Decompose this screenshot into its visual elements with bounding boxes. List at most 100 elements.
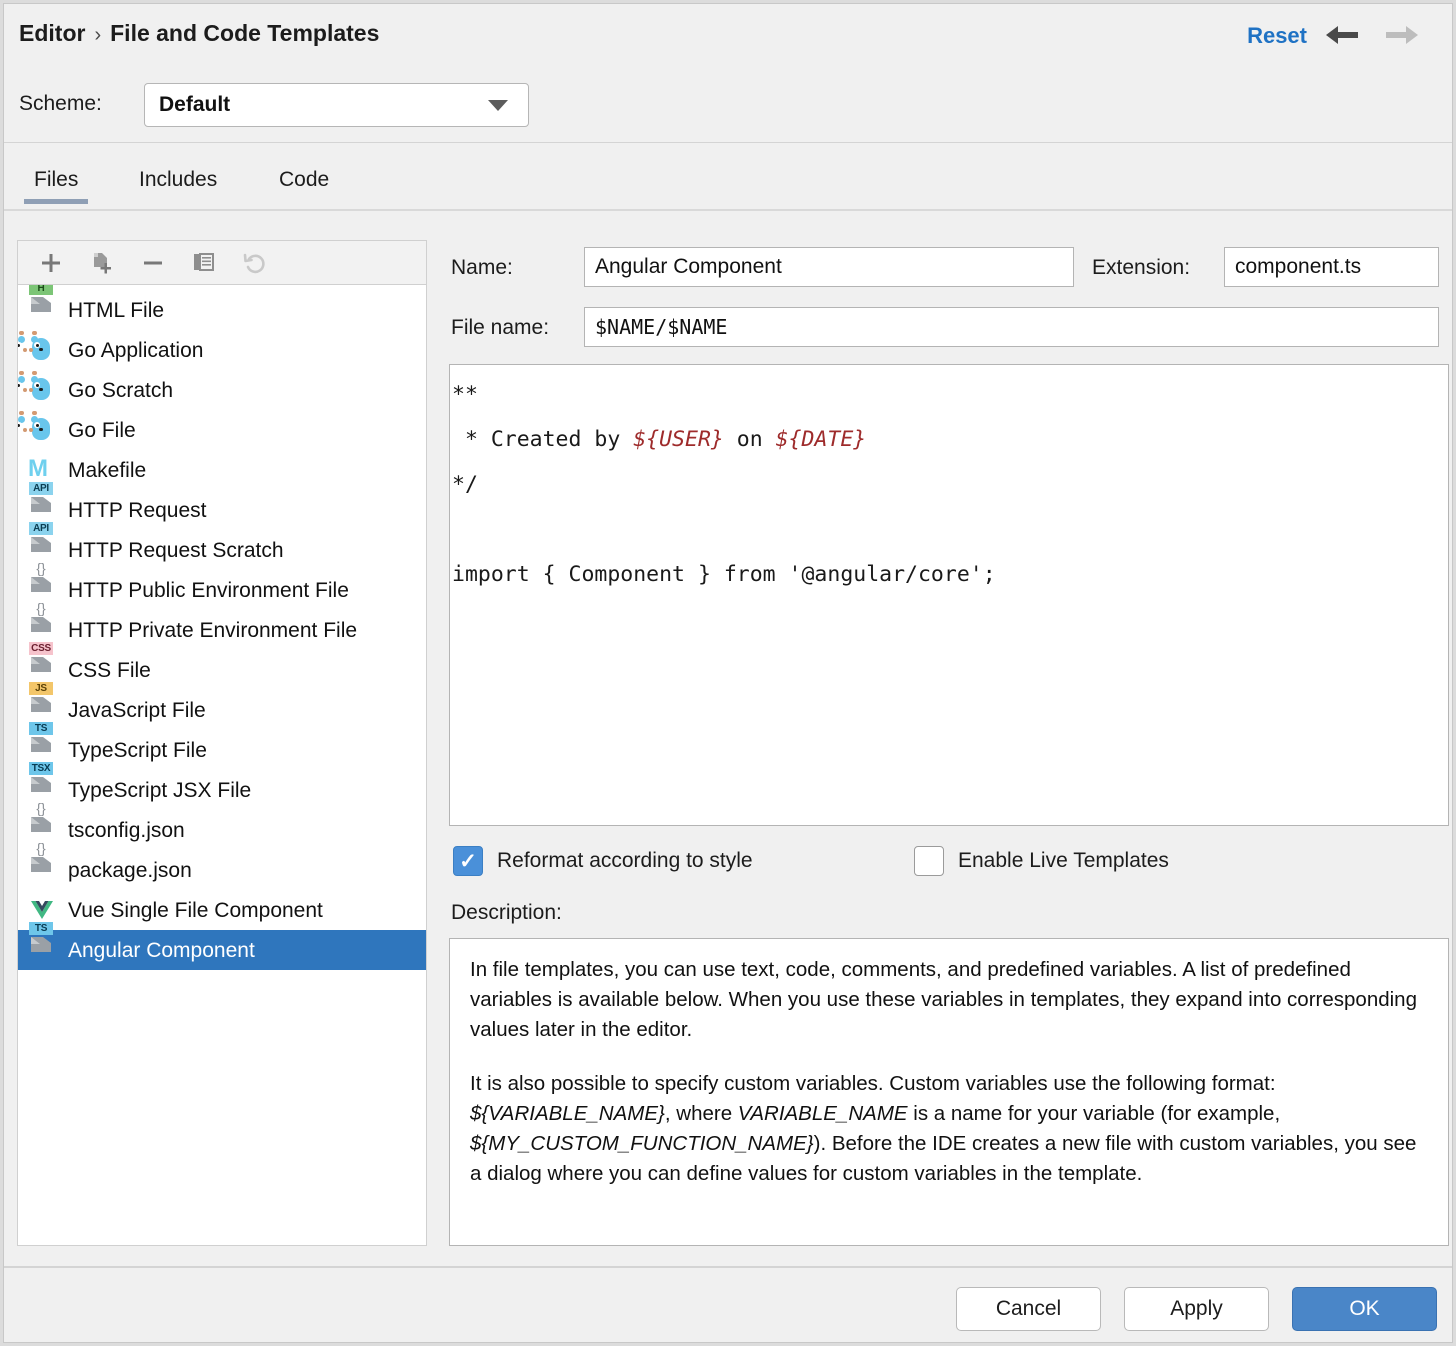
desc-p2-part3: is a name for your variable (for example… <box>908 1102 1281 1125</box>
desc-p2-var3: ${MY_CUSTOM_FUNCTION_NAME} <box>470 1132 814 1155</box>
tab-files-label: Files <box>34 168 78 192</box>
scheme-label: Scheme: <box>19 92 102 116</box>
list-item-label: Vue Single File Component <box>68 900 323 921</box>
description-label: Description: <box>451 901 562 925</box>
live-templates-checkbox-label[interactable]: Enable Live Templates <box>958 849 1169 873</box>
icon-badge: TS <box>29 722 53 735</box>
angular-component-icon: TS <box>28 935 58 965</box>
vue-icon <box>28 895 58 925</box>
http-request-icon: API <box>28 495 58 525</box>
filename-input[interactable]: $NAME/$NAME <box>584 307 1439 347</box>
braces-glyph: {} <box>30 560 52 576</box>
list-item-label: TypeScript JSX File <box>68 780 251 801</box>
tab-files-underline <box>24 199 88 204</box>
list-item[interactable]: {} HTTP Public Environment File <box>18 570 427 610</box>
template-text-editor[interactable]: ** * Created by ${USER} on ${DATE} */ im… <box>449 364 1449 826</box>
arrow-left-icon[interactable] <box>1322 20 1362 50</box>
copy-template-icon[interactable] <box>89 250 115 276</box>
ok-button[interactable]: OK <box>1292 1287 1437 1331</box>
editor-line2-text-a: * Created by <box>452 427 633 452</box>
tab-includes[interactable]: Includes <box>129 149 227 211</box>
desc-p2-part2: , where <box>665 1102 738 1125</box>
reformat-checkbox-label[interactable]: Reformat according to style <box>497 849 753 873</box>
extension-input[interactable]: component.ts <box>1224 247 1439 287</box>
tab-files[interactable]: Files <box>24 149 88 211</box>
tab-code-underline <box>269 199 339 204</box>
cancel-button[interactable]: Cancel <box>956 1287 1101 1331</box>
desc-p2-var2: VARIABLE_NAME <box>738 1102 908 1125</box>
header-divider <box>4 142 1452 143</box>
list-item[interactable]: {} HTTP Private Environment File <box>18 610 427 650</box>
list-item[interactable]: JS JavaScript File <box>18 690 427 730</box>
list-item[interactable]: TS TypeScript File <box>18 730 427 770</box>
editor-line-1: ** <box>450 372 1448 417</box>
list-item-label: tsconfig.json <box>68 820 185 841</box>
scheme-combobox[interactable]: Default <box>144 83 529 127</box>
template-list[interactable]: H HTML File Go Application Go Scratch <box>17 284 427 1246</box>
template-list-items: H HTML File Go Application Go Scratch <box>18 290 427 970</box>
scheme-value: Default <box>145 93 488 117</box>
description-paragraph-2: It is also possible to specify custom va… <box>470 1069 1428 1189</box>
list-item[interactable]: H HTML File <box>18 290 427 330</box>
tab-includes-underline <box>129 199 227 204</box>
list-item[interactable]: {} package.json <box>18 850 427 890</box>
desc-p2-var1: ${VARIABLE_NAME} <box>470 1102 665 1125</box>
list-item[interactable]: {} tsconfig.json <box>18 810 427 850</box>
gopher-icon <box>28 335 58 365</box>
desc-p2-part1: It is also possible to specify custom va… <box>470 1072 1276 1095</box>
typescript-file-icon: TS <box>28 735 58 765</box>
list-item-label: Go Application <box>68 340 203 361</box>
list-item-label: Makefile <box>68 460 146 481</box>
list-item-label: Go Scratch <box>68 380 173 401</box>
list-item-label: JavaScript File <box>68 700 206 721</box>
list-item-label: TypeScript File <box>68 740 207 761</box>
braces-glyph: {} <box>30 800 52 816</box>
editor-var-user: ${USER} <box>633 427 724 452</box>
breadcrumb-separator: › <box>85 24 110 46</box>
braces-glyph: {} <box>30 600 52 616</box>
gopher-icon <box>28 415 58 445</box>
icon-badge: API <box>29 482 53 495</box>
list-item-label: HTML File <box>68 300 164 321</box>
list-item[interactable]: Go File <box>18 410 427 450</box>
name-input[interactable]: Angular Component <box>584 247 1074 287</box>
css-file-icon: CSS <box>28 655 58 685</box>
list-item-label: Go File <box>68 420 136 441</box>
list-item[interactable]: M Makefile <box>18 450 427 490</box>
list-item[interactable]: Go Scratch <box>18 370 427 410</box>
icon-badge: H <box>29 284 53 295</box>
chevron-down-icon <box>488 100 508 111</box>
list-item[interactable]: TSX TypeScript JSX File <box>18 770 427 810</box>
reset-link[interactable]: Reset <box>1247 23 1307 49</box>
list-item-label: package.json <box>68 860 192 881</box>
settings-dialog: Editor›File and Code Templates Reset Sch… <box>3 3 1453 1343</box>
list-item-label: HTTP Request <box>68 500 207 521</box>
editor-line-5: import { Component } from '@angular/core… <box>450 552 1448 597</box>
list-item[interactable]: Vue Single File Component <box>18 890 427 930</box>
makefile-letter: M <box>28 455 48 482</box>
reformat-checkbox[interactable]: ✓ <box>453 846 483 876</box>
html-file-icon: H <box>28 295 58 325</box>
template-list-toolbar <box>17 240 427 284</box>
list-item[interactable]: Go Application <box>18 330 427 370</box>
list-item-label: CSS File <box>68 660 151 681</box>
tab-divider <box>4 209 1452 211</box>
extension-label: Extension: <box>1092 256 1190 280</box>
breadcrumb-current: File and Code Templates <box>110 20 379 46</box>
minus-icon[interactable] <box>140 250 166 276</box>
editor-line-3: */ <box>450 462 1448 507</box>
braces-glyph: {} <box>30 840 52 856</box>
duplicate-icon[interactable] <box>191 250 217 276</box>
list-item[interactable]: CSS CSS File <box>18 650 427 690</box>
list-item[interactable]: API HTTP Request Scratch <box>18 530 427 570</box>
live-templates-checkbox[interactable] <box>914 846 944 876</box>
breadcrumb-root[interactable]: Editor <box>19 20 85 46</box>
makefile-icon: M <box>28 455 58 485</box>
apply-button[interactable]: Apply <box>1124 1287 1269 1331</box>
icon-badge: TS <box>29 922 53 935</box>
tab-code-label: Code <box>279 168 329 192</box>
list-item[interactable]: API HTTP Request <box>18 490 427 530</box>
tab-code[interactable]: Code <box>269 149 339 211</box>
list-item-angular-component[interactable]: TS Angular Component <box>18 930 427 970</box>
plus-icon[interactable] <box>38 250 64 276</box>
